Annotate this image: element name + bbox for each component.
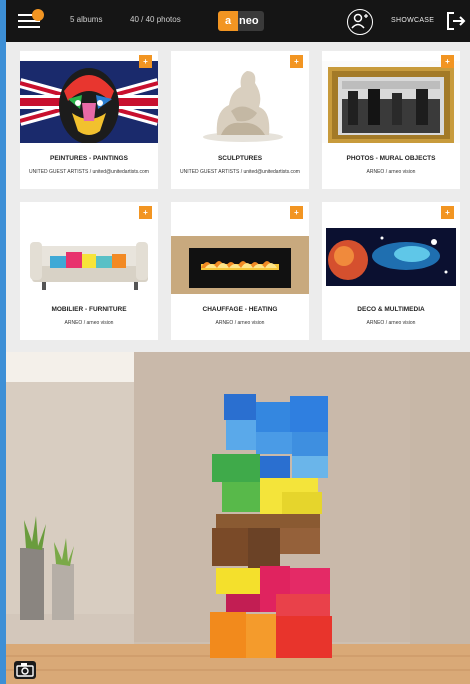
- logo-mark: a: [218, 11, 238, 31]
- app-frame: 5 albums 40 / 40 photos a neo SHOWCASE +…: [6, 0, 470, 684]
- album-card-deco-multimedia[interactable]: + DECO & MULTIMEDIA ARNEO / arneo vision: [322, 202, 460, 340]
- album-subtitle: ARNEO / arneo vision: [366, 320, 416, 326]
- top-bar: 5 albums 40 / 40 photos a neo SHOWCASE: [6, 0, 470, 42]
- album-subtitle: ARNEO / arneo vision: [366, 169, 416, 175]
- album-title: MOBILIER - FURNITURE: [51, 306, 127, 313]
- album-add-button[interactable]: +: [441, 206, 454, 219]
- album-thumbnail: [171, 212, 309, 294]
- logout-icon[interactable]: [446, 11, 466, 31]
- logo-text: neo: [239, 15, 259, 27]
- album-add-button[interactable]: +: [441, 55, 454, 68]
- photos-count: 40 / 40 photos: [130, 15, 181, 24]
- album-title: PEINTURES - PAINTINGS: [50, 155, 128, 162]
- albums-count: 5 albums: [70, 15, 103, 24]
- album-add-button[interactable]: +: [139, 206, 152, 219]
- album-thumbnail: [322, 61, 460, 143]
- album-card-sculptures[interactable]: + SCULPTURES UNITED GUEST ARTISTS / unit…: [171, 51, 309, 189]
- album-title: SCULPTURES: [217, 155, 263, 162]
- album-add-button[interactable]: +: [290, 206, 303, 219]
- album-subtitle: ARNEO / arneo vision: [64, 320, 114, 326]
- app-logo: a neo: [218, 11, 264, 31]
- album-add-button[interactable]: +: [290, 55, 303, 68]
- album-title: PHOTOS - MURAL OBJECTS: [346, 155, 436, 162]
- album-thumbnail: [20, 212, 158, 294]
- album-subtitle: UNITED GUEST ARTISTS / united@unitedarti…: [180, 169, 300, 175]
- camera-icon[interactable]: [14, 661, 36, 679]
- album-title: DECO & MULTIMEDIA: [357, 306, 425, 313]
- album-title: CHAUFFAGE - HEATING: [202, 306, 278, 313]
- album-card-furniture[interactable]: + MOBILIER - FURNITURE ARNEO / arneo vis…: [20, 202, 158, 340]
- album-thumbnail: [171, 61, 309, 143]
- album-thumbnail: [322, 212, 460, 294]
- album-subtitle: ARNEO / arneo vision: [215, 320, 265, 326]
- showroom-preview: [6, 352, 470, 684]
- album-add-button[interactable]: +: [139, 55, 152, 68]
- album-thumbnail: [20, 61, 158, 143]
- notification-dot: [32, 9, 44, 21]
- album-card-paintings[interactable]: + PEINTURES - PAINTINGS UNITED GUEST ART…: [20, 51, 158, 189]
- showcase-link[interactable]: SHOWCASE: [391, 17, 434, 24]
- room-scene-image: [6, 352, 470, 684]
- album-card-heating[interactable]: + CHAUFFAGE - HEATING ARNEO / arneo visi…: [171, 202, 309, 340]
- album-subtitle: UNITED GUEST ARTISTS / united@unitedarti…: [29, 169, 149, 175]
- album-card-photos[interactable]: + PHOTOS - MURAL OBJECTS ARNEO / arneo v…: [322, 51, 460, 189]
- user-icon[interactable]: [347, 9, 373, 35]
